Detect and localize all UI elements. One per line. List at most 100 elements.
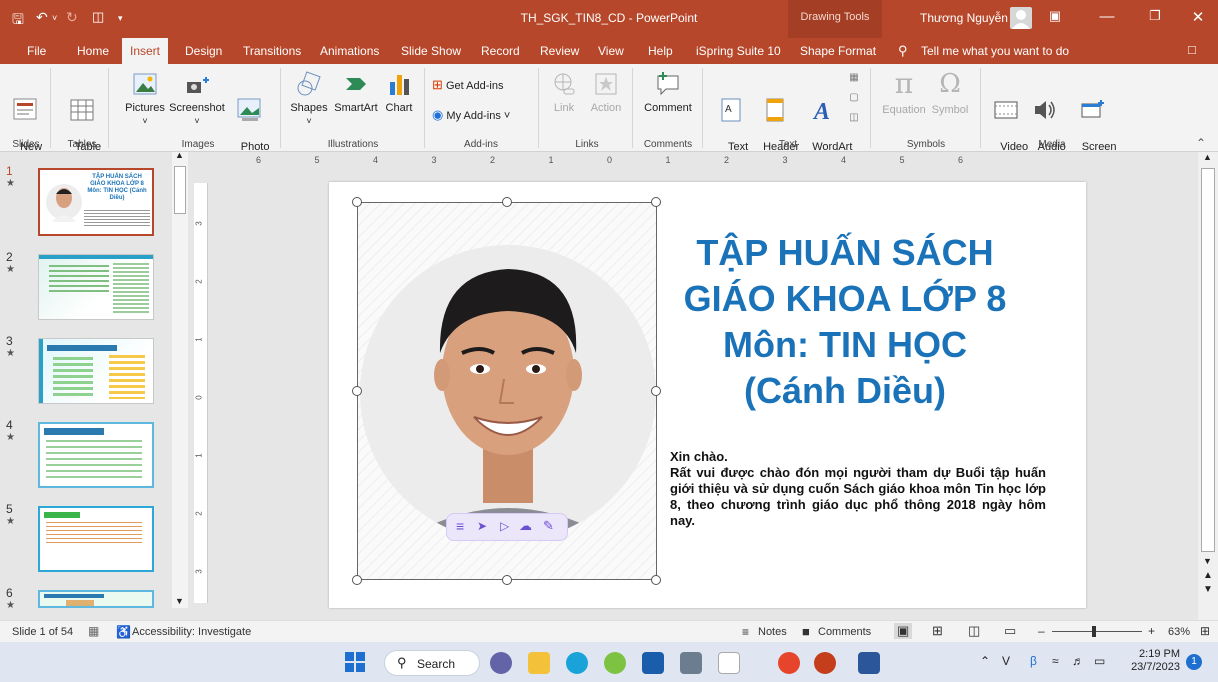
reading-view-icon[interactable]: ◫ — [968, 623, 980, 639]
user-name[interactable]: Thương Nguyễn — [920, 11, 1008, 25]
tab-review[interactable]: Review — [540, 44, 579, 58]
slide-body-text[interactable]: Xin chào. Rất vui được chào đón mọi ngườ… — [670, 449, 1046, 529]
download-icon[interactable]: ☁ — [519, 518, 532, 534]
word-icon[interactable] — [858, 652, 880, 674]
screenshot-button[interactable]: Screenshot ˅ — [166, 70, 228, 128]
shapes-button[interactable]: Shapes ˅ — [289, 70, 329, 128]
slide-thumbnail-5[interactable] — [38, 506, 154, 572]
notes-button[interactable]: Notes — [758, 626, 787, 638]
slide-thumbnail-1[interactable]: TẬP HUẤN SÁCH GIÁO KHOA LỚP 8 Môn: TIN H… — [38, 168, 154, 236]
resize-handle[interactable] — [651, 575, 661, 585]
thumbnail-scrollbar-thumb[interactable] — [174, 166, 186, 214]
my-addins-button[interactable]: ◉ My Add-ins ˅ — [432, 108, 536, 123]
file-explorer-icon[interactable] — [528, 652, 550, 674]
resize-handle[interactable] — [352, 386, 362, 396]
zoom-slider-thumb[interactable] — [1092, 626, 1096, 637]
pictures-button[interactable]: Pictures ˅ — [122, 70, 168, 128]
slide-scrollbar[interactable]: ▲ ▼ ▲ ▼ — [1198, 152, 1218, 620]
slide-title[interactable]: TẬP HUẤN SÁCH GIÁO KHOA LỚP 8 Môn: TIN H… — [649, 230, 1041, 414]
zoom-slider[interactable] — [1052, 631, 1142, 632]
slide-thumbnail-3[interactable] — [38, 338, 154, 404]
resize-handle[interactable] — [352, 197, 362, 207]
text-small-buttons[interactable]: ▦ ▢ ◫ — [846, 68, 862, 128]
tab-home[interactable]: Home — [77, 44, 109, 58]
scroll-down-icon[interactable]: ▼ — [175, 596, 184, 606]
fit-to-window-icon[interactable]: ⊞ — [1200, 624, 1210, 638]
scrollbar-thumb[interactable] — [1201, 168, 1215, 552]
tab-help[interactable]: Help — [648, 44, 673, 58]
store-icon[interactable] — [642, 652, 664, 674]
scroll-down-icon[interactable]: ▼ — [1203, 556, 1212, 566]
clock[interactable]: 2:19 PM 23/7/2023 — [1116, 648, 1180, 674]
coc-coc-icon[interactable] — [604, 652, 626, 674]
chrome-icon[interactable] — [778, 652, 800, 674]
slide-thumbnail-6[interactable] — [38, 590, 154, 608]
tab-slide-show[interactable]: Slide Show — [401, 44, 461, 58]
slideshow-view-icon[interactable]: ▭ — [1004, 623, 1016, 639]
wifi-icon[interactable]: ≈ — [1052, 654, 1059, 668]
get-addins-label: Get Add-ins — [445, 80, 504, 92]
spelling-icon[interactable]: ▦ — [88, 624, 99, 638]
vertical-ruler: 3 2 1 0 1 2 3 — [194, 183, 208, 603]
menu-icon[interactable]: ≡ — [456, 518, 464, 534]
previous-slide-icon[interactable]: ▲ — [1203, 570, 1213, 581]
edge-icon[interactable] — [566, 652, 588, 674]
next-slide-icon[interactable]: ▼ — [1203, 584, 1213, 595]
tab-animations[interactable]: Animations — [320, 44, 379, 58]
slide-sorter-icon[interactable]: ⊞ — [932, 623, 943, 639]
tab-view[interactable]: View — [598, 44, 624, 58]
tab-ispring[interactable]: iSpring Suite 10 — [696, 44, 781, 58]
scroll-up-icon[interactable]: ▲ — [175, 150, 184, 160]
get-addins-button[interactable]: ⊞ Get Add-ins — [432, 78, 522, 93]
tab-design[interactable]: Design — [185, 44, 222, 58]
restore-icon[interactable]: ❐ — [1140, 8, 1170, 24]
comment-button[interactable]: Comment — [640, 70, 696, 115]
slide-thumbnail-2[interactable] — [38, 254, 154, 320]
teams-icon[interactable] — [490, 652, 512, 674]
notification-badge[interactable]: 1 — [1186, 654, 1202, 670]
bluetooth-icon[interactable]: β — [1030, 654, 1037, 668]
resize-handle[interactable] — [651, 197, 661, 207]
taskbar-search[interactable]: ⚲ Search — [384, 650, 480, 676]
zoom-out-icon[interactable]: – — [1038, 624, 1045, 638]
accessibility-status[interactable]: Accessibility: Investigate — [132, 626, 251, 638]
collapse-ribbon-icon[interactable]: ⌃ — [1196, 136, 1206, 150]
vpn-icon[interactable]: V — [1002, 654, 1010, 668]
zoom-in-icon[interactable]: + — [1148, 624, 1155, 638]
minimize-icon[interactable]: — — [1092, 8, 1122, 25]
thumbnail-scrollbar[interactable]: ▲ ▼ — [172, 150, 188, 608]
powerpoint-icon[interactable] — [814, 652, 836, 674]
resize-handle[interactable] — [502, 575, 512, 585]
windows-start-icon[interactable] — [344, 651, 366, 673]
rocket-icon[interactable]: ➤ — [477, 519, 487, 533]
volume-icon[interactable]: ♬ — [1072, 654, 1084, 668]
selected-picture[interactable]: ≡ ➤ ▷ ☁ ✎ — [357, 202, 657, 580]
ribbon-display-icon[interactable]: ▣ — [1040, 8, 1070, 24]
battery-icon[interactable]: ▭ — [1094, 654, 1105, 668]
notepad-icon[interactable] — [718, 652, 740, 674]
chart-button[interactable]: Chart — [382, 70, 416, 115]
scroll-up-icon[interactable]: ▲ — [1203, 152, 1212, 162]
app-icon[interactable] — [680, 652, 702, 674]
avatar[interactable] — [1010, 7, 1032, 29]
tab-file[interactable]: File — [27, 44, 46, 58]
comments-button[interactable]: Comments — [818, 626, 871, 638]
ruler-tick-label: 6 — [958, 155, 964, 165]
resize-handle[interactable] — [352, 575, 362, 585]
comments-pane-icon[interactable]: □ — [1188, 42, 1196, 57]
tab-transitions[interactable]: Transitions — [243, 44, 301, 58]
pencil-icon[interactable]: ✎ — [543, 518, 554, 534]
slide-canvas[interactable]: ≡ ➤ ▷ ☁ ✎ TẬP HUẤN SÁCH GIÁO KHOA LỚP 8 … — [329, 182, 1086, 608]
tell-me-search[interactable]: Tell me what you want to do — [921, 44, 1069, 58]
normal-view-icon[interactable]: ▣ — [894, 623, 913, 639]
resize-handle[interactable] — [502, 197, 512, 207]
play-icon[interactable]: ▷ — [500, 519, 509, 533]
zoom-level[interactable]: 63% — [1168, 626, 1190, 638]
tab-shape-format[interactable]: Shape Format — [800, 44, 876, 58]
show-hidden-icons[interactable]: ⌃ — [980, 654, 990, 668]
tab-record[interactable]: Record — [481, 44, 520, 58]
close-icon[interactable]: ✕ — [1183, 8, 1213, 26]
slide-thumbnail-4[interactable] — [38, 422, 154, 488]
smartart-button[interactable]: SmartArt — [330, 70, 382, 115]
tab-insert[interactable]: Insert — [122, 38, 169, 64]
